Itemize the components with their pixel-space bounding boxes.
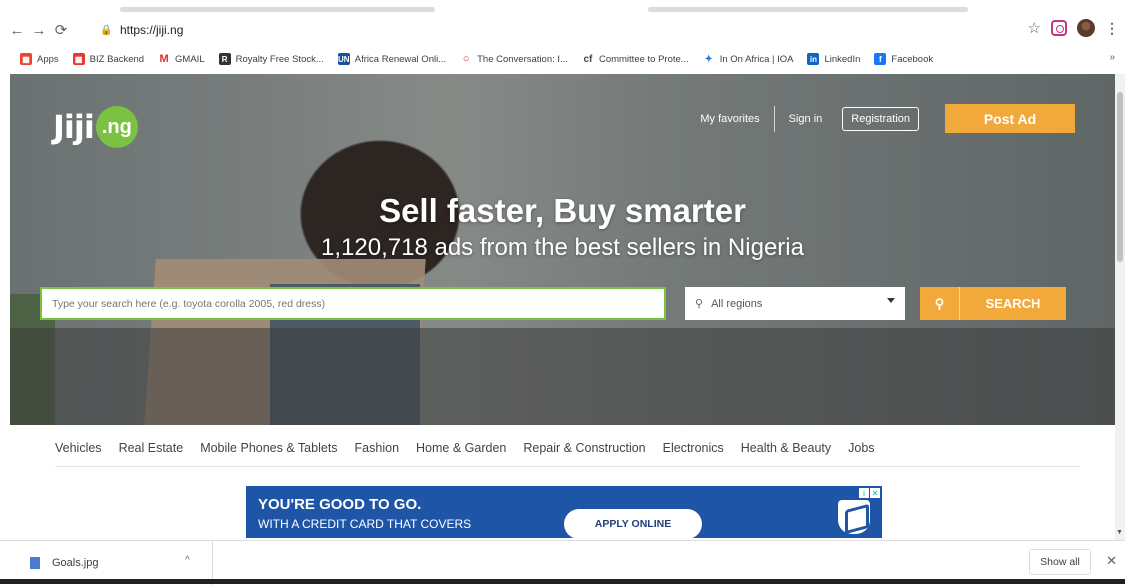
back-icon[interactable]: ← [6,19,28,41]
page-scrollbar[interactable]: ▼ [1115,74,1125,540]
ad-banner[interactable]: YOU'RE GOOD TO GO. WITH A CREDIT CARD TH… [246,486,882,538]
download-filename: Goals.jpg [52,557,99,569]
bookmark-biz-backend[interactable]: ▦ BIZ Backend [72,53,144,65]
bookmark-africa-renewal[interactable]: UN Africa Renewal Onli... [337,53,446,65]
star-icon[interactable]: ☆ [1028,19,1041,37]
bookmark-the-conversation[interactable]: ○ The Conversation: I... [460,53,568,65]
category-fashion[interactable]: Fashion [355,441,399,455]
show-all-button[interactable]: Show all [1029,549,1091,575]
region-select[interactable]: ⚲ All regions [685,287,905,320]
cpj-icon: cf [581,53,594,65]
category-nav: Vehicles Real Estate Mobile Phones & Tab… [55,441,892,455]
close-icon[interactable]: ✕ [1106,553,1117,569]
ioa-icon: ✦ [702,53,715,65]
bookmark-gmail[interactable]: M GMAIL [158,53,205,65]
ad-subtext: WITH A CREDIT CARD THAT COVERS [258,517,472,531]
post-ad-button[interactable]: Post Ad [945,104,1075,133]
lock-icon: 🔒 [100,25,113,36]
facebook-icon: f [874,53,887,65]
reload-icon[interactable]: ⟳ [50,19,72,41]
tab-1[interactable] [120,7,435,12]
caret-down-icon [887,298,895,303]
menu-kebab-icon[interactable]: ⋮ [1105,20,1119,37]
hero-banner: Jiji .ng My favorites Sign in Registrati… [10,74,1115,425]
grid-icon: ▦ [72,53,85,65]
tab-2[interactable] [648,7,968,12]
adchoices-icon[interactable]: i ✕ [859,488,880,498]
category-vehicles[interactable]: Vehicles [55,441,102,455]
divider [55,466,1080,467]
site-logo[interactable]: Jiji .ng [53,106,138,148]
category-real-estate[interactable]: Real Estate [119,441,184,455]
address-bar: ← → ⟳ 🔒 https://jiji.ng ☆ ⋮ [0,14,1125,46]
category-repair-construction[interactable]: Repair & Construction [523,441,645,455]
hero-headline: Sell faster, Buy smarter [379,192,746,229]
category-home-garden[interactable]: Home & Garden [416,441,506,455]
bookmark-in-on-africa[interactable]: ✦ In On Africa | IOA [702,53,793,65]
scrollbar-thumb[interactable] [1117,92,1123,262]
my-favorites-link[interactable]: My favorites [686,113,773,125]
top-nav: My favorites Sign in Registration Post A… [686,104,1075,133]
chevron-up-icon[interactable]: ^ [185,555,190,566]
tab-strip [0,0,1125,14]
apply-online-button[interactable]: APPLY ONLINE [564,509,702,538]
bookmark-apps[interactable]: ▦ Apps [20,53,59,65]
bookmark-linkedin[interactable]: in LinkedIn [807,53,860,65]
ad-headline: YOU'RE GOOD TO GO. [258,496,422,513]
bookmarks-bar: ▦ Apps ▦ BIZ Backend M GMAIL R Royalty F… [0,46,1125,72]
bank-logo-icon [838,500,870,534]
conversation-icon: ○ [460,53,473,65]
url-field[interactable]: 🔒 https://jiji.ng [100,18,990,42]
bookmark-facebook[interactable]: f Facebook [874,53,933,65]
bookmarks-overflow-icon[interactable]: » [1109,52,1115,63]
bookmark-committee[interactable]: cf Committee to Prote... [581,53,689,65]
apps-grid-icon: ▦ [20,53,32,65]
search-button[interactable]: ⚲ SEARCH [920,287,1066,320]
category-jobs[interactable]: Jobs [848,441,874,455]
scroll-down-icon[interactable]: ▼ [1116,529,1123,536]
sign-in-link[interactable]: Sign in [775,113,837,125]
instagram-extension-icon[interactable] [1051,20,1067,36]
linkedin-icon: in [807,53,820,65]
gmail-icon: M [158,53,171,65]
registration-button[interactable]: Registration [842,106,919,131]
un-icon: UN [337,53,350,65]
region-value: All regions [711,297,763,310]
url-text: https://jiji.ng [120,23,184,37]
profile-avatar[interactable] [1077,19,1095,37]
hero-subline: 1,120,718 ads from the best sellers in N… [321,234,804,261]
forward-icon[interactable]: → [28,19,50,41]
search-band [10,328,1115,425]
image-file-icon [30,557,40,569]
bookmark-royalty-free[interactable]: R Royalty Free Stock... [218,53,324,65]
search-icon: ⚲ [920,287,960,320]
category-health-beauty[interactable]: Health & Beauty [741,441,831,455]
stock-icon: R [218,53,231,65]
category-mobile-phones[interactable]: Mobile Phones & Tablets [200,441,337,455]
search-input[interactable] [40,287,666,320]
location-pin-icon: ⚲ [695,298,704,310]
category-electronics[interactable]: Electronics [663,441,724,455]
download-bar: Goals.jpg ^ Show all ✕ [0,540,1125,585]
